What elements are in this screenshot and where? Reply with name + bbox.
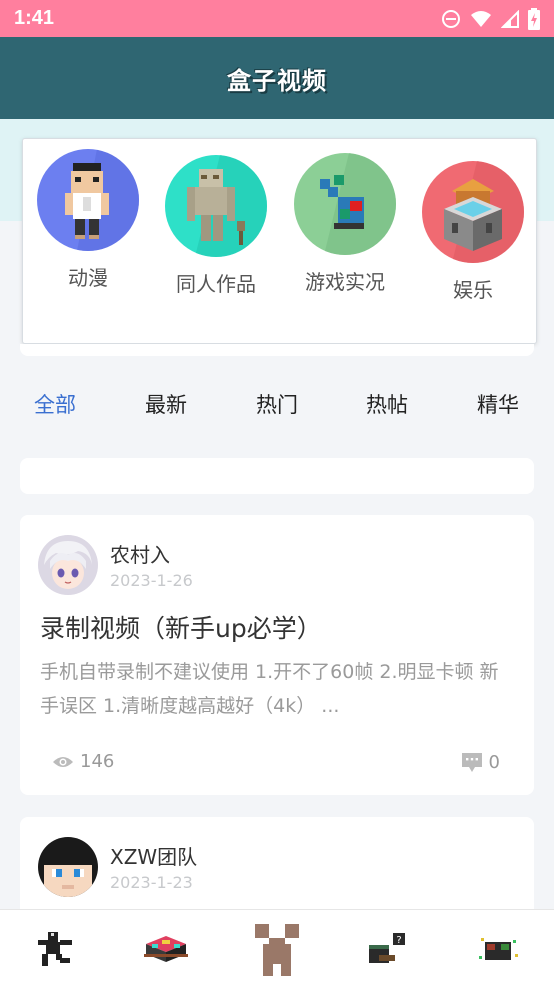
status-time: 1:41	[14, 7, 55, 29]
category-anime[interactable]: 动漫	[23, 149, 153, 291]
comment-count[interactable]: 0	[461, 751, 500, 773]
status-bar: 1:41	[0, 0, 554, 37]
filter-tabs: 全部 最新 热门 热帖 精华	[0, 380, 554, 430]
post-card[interactable]: 农村入 2023-1-26 录制视频（新手up必学） 手机自带录制不建议使用 1…	[20, 515, 534, 795]
blank-card	[20, 458, 534, 494]
category-entertainment-label: 娱乐	[453, 278, 493, 302]
post-author[interactable]: 农村入	[110, 539, 170, 568]
category-gameplay[interactable]: 游戏实况	[280, 153, 410, 295]
post-date: 2023-1-26	[110, 571, 193, 590]
sparkle-character-icon	[479, 937, 518, 960]
category-gameplay-label: 游戏实况	[305, 270, 385, 294]
post-title[interactable]: 录制视频（新手up必学）	[40, 609, 322, 645]
tab-hot-posts[interactable]: 热帖	[342, 380, 432, 430]
card-strip	[20, 344, 534, 356]
view-count-value: 146	[80, 751, 115, 772]
runner-icon	[38, 931, 72, 966]
avatar[interactable]	[38, 535, 98, 595]
eye-icon	[53, 756, 73, 767]
battery-charging-icon	[528, 7, 540, 30]
view-count: 146	[52, 751, 114, 772]
nav-item-sparkle[interactable]	[444, 910, 554, 986]
category-fan-works[interactable]: 同人作品	[151, 155, 281, 297]
nav-item-runner[interactable]	[0, 910, 110, 986]
tab-featured[interactable]: 精华	[453, 380, 543, 430]
nav-item-question[interactable]: ?	[333, 910, 443, 986]
category-fan-works-label: 同人作品	[176, 272, 256, 296]
treasure-chest-icon	[144, 935, 188, 962]
app-title: 盒子视频	[227, 66, 327, 95]
do-not-disturb-icon	[442, 9, 460, 28]
wifi-icon	[471, 10, 491, 27]
entertainment-icon	[422, 161, 524, 263]
app-header: 盒子视频	[0, 37, 554, 119]
tab-latest[interactable]: 最新	[121, 380, 211, 430]
tab-hot[interactable]: 热门	[232, 380, 322, 430]
category-card: 动漫 同人作品 游戏实况 娱乐	[22, 138, 537, 344]
svg-text:?: ?	[396, 935, 401, 946]
comment-icon	[461, 753, 482, 772]
question-block-icon: ?	[369, 932, 405, 963]
signal-icon	[501, 9, 519, 28]
nav-item-home[interactable]	[222, 910, 332, 986]
creeper-face-icon	[253, 921, 301, 976]
post-author[interactable]: XZW团队	[110, 841, 197, 870]
anime-icon	[37, 149, 139, 251]
gameplay-icon	[294, 153, 396, 255]
category-anime-label: 动漫	[68, 266, 108, 290]
avatar[interactable]	[38, 837, 98, 897]
comment-count-value: 0	[488, 751, 500, 773]
nav-item-chest[interactable]	[111, 910, 221, 986]
category-entertainment[interactable]: 娱乐	[408, 161, 538, 303]
post-excerpt: 手机自带录制不建议使用 1.开不了60帧 2.明显卡顿 新手误区 1.清晰度越高…	[40, 661, 499, 717]
status-icons	[441, 7, 540, 30]
tab-all[interactable]: 全部	[10, 380, 100, 430]
fan-works-icon	[165, 155, 267, 257]
post-date: 2023-1-23	[110, 873, 193, 892]
bottom-nav: ?	[0, 909, 554, 986]
